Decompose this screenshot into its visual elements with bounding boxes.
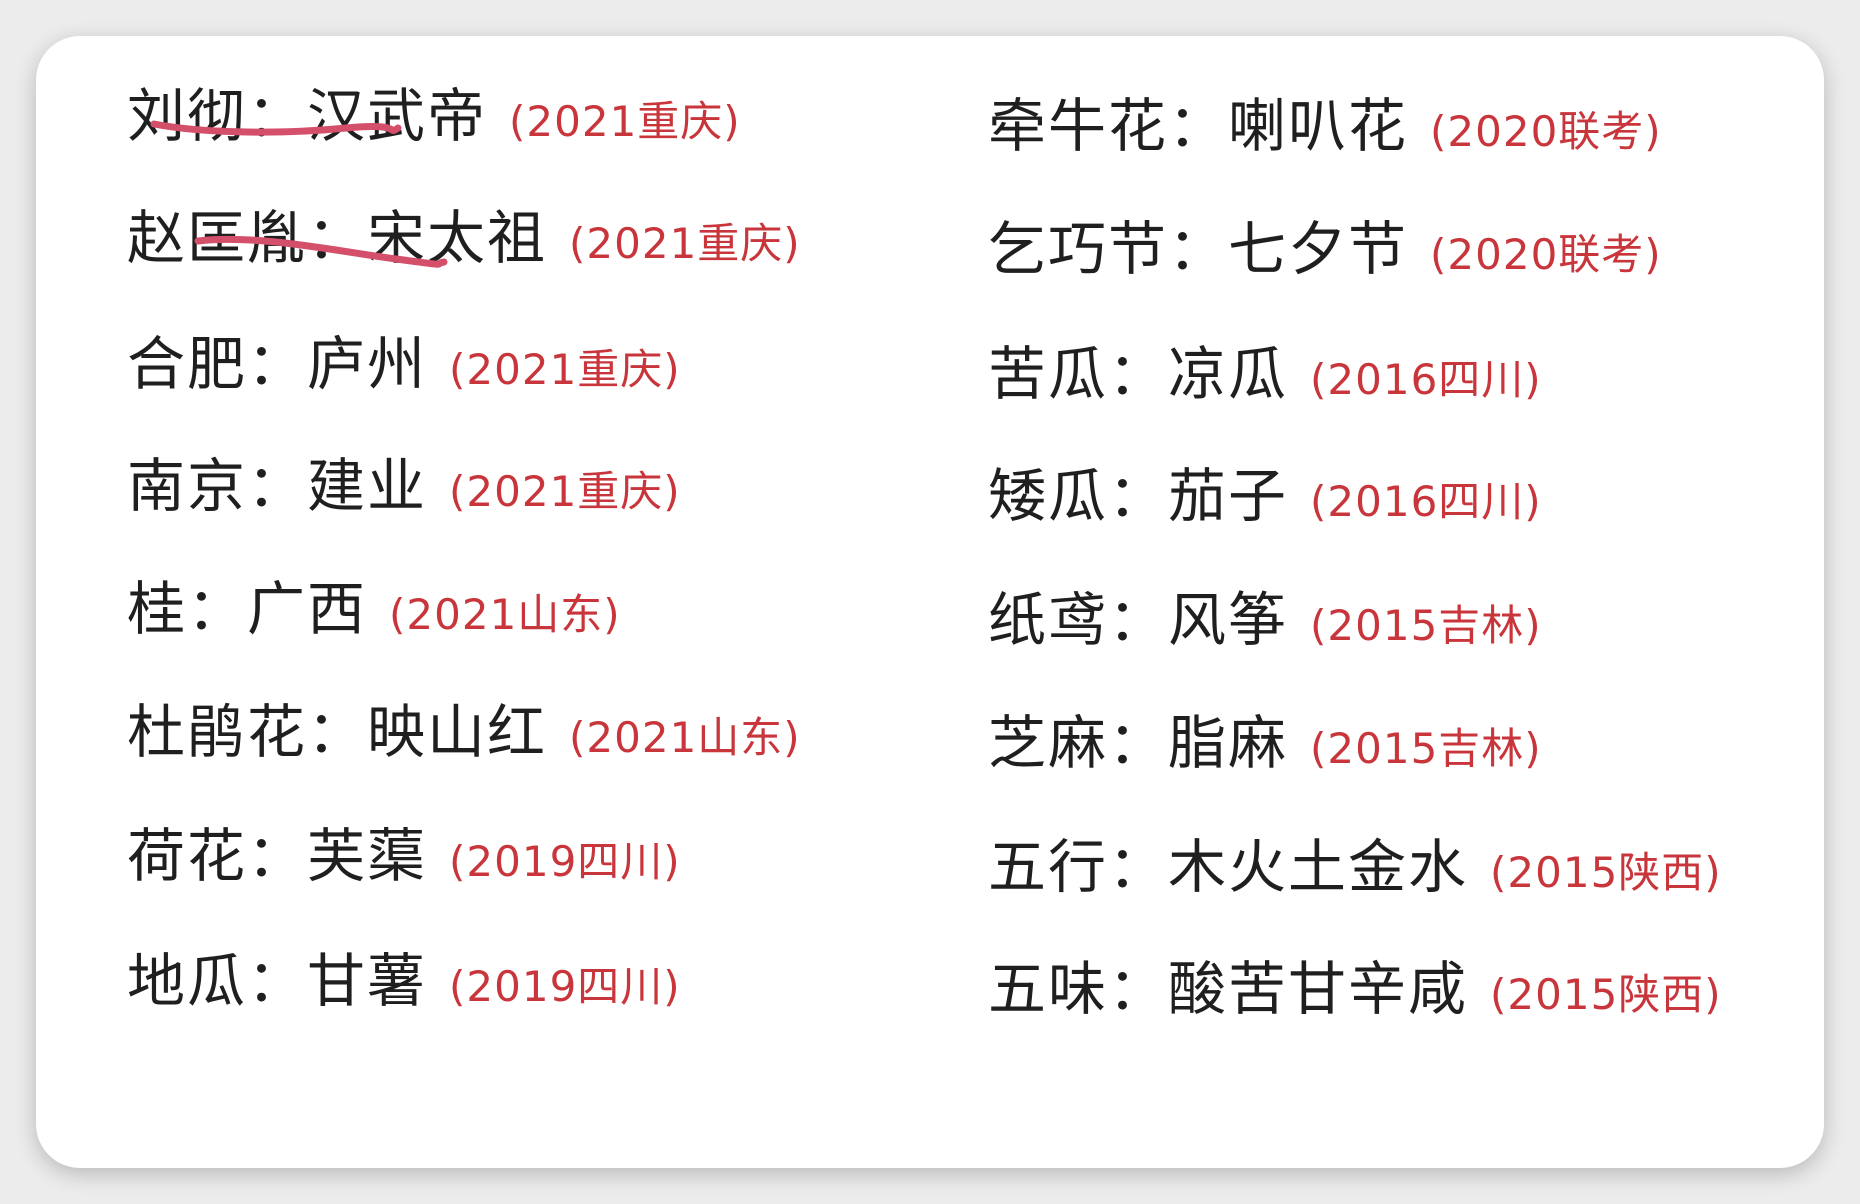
source-tag: (2015陕西) <box>1490 848 1722 897</box>
list-item: 芝麻：脂麻 (2015吉林) <box>988 693 1542 793</box>
list-item: 苦瓜：凉瓜 (2016四川) <box>988 324 1542 424</box>
list-item: 牵牛花：喇叭花 (2020联考) <box>988 76 1662 176</box>
term-text: 五行：木火土金水 <box>988 833 1469 901</box>
source-tag: (2016四川) <box>1310 477 1542 526</box>
underline-stroke <box>150 120 402 136</box>
term-text: 牵牛花：喇叭花 <box>988 92 1409 160</box>
source-tag: (2015吉林) <box>1310 724 1542 773</box>
underline-stroke <box>194 235 448 268</box>
term-text: 矮瓜：茄子 <box>988 462 1289 530</box>
source-tag: (2020联考) <box>1430 230 1662 279</box>
source-tag: (2016四川) <box>1310 355 1542 404</box>
source-tag: (2020联考) <box>1430 107 1662 156</box>
term-text: 五味：酸苦甘辛咸 <box>988 955 1469 1023</box>
list-item: 纸鸢：风筝 (2015吉林) <box>988 570 1542 670</box>
term-text: 纸鸢：风筝 <box>988 586 1289 654</box>
term-text: 乞巧节：七夕节 <box>988 215 1409 283</box>
source-tag: (2015陕西) <box>1490 970 1722 1019</box>
list-item: 矮瓜：茄子 (2016四川) <box>988 446 1542 546</box>
term-text: 苦瓜：凉瓜 <box>988 340 1289 408</box>
list-item: 五味：酸苦甘辛咸 (2015陕西) <box>988 939 1722 1039</box>
document-card: 刘彻：汉武帝 (2021重庆) 赵匡胤：宋太祖 (2021重庆) 合肥：庐州 (202… <box>36 36 1824 1168</box>
list-item: 乞巧节：七夕节 (2020联考) <box>988 199 1662 299</box>
term-text: 芝麻：脂麻 <box>988 709 1289 777</box>
source-tag: (2015吉林) <box>1310 601 1542 650</box>
list-item: 五行：木火土金水 (2015陕西) <box>988 817 1722 917</box>
